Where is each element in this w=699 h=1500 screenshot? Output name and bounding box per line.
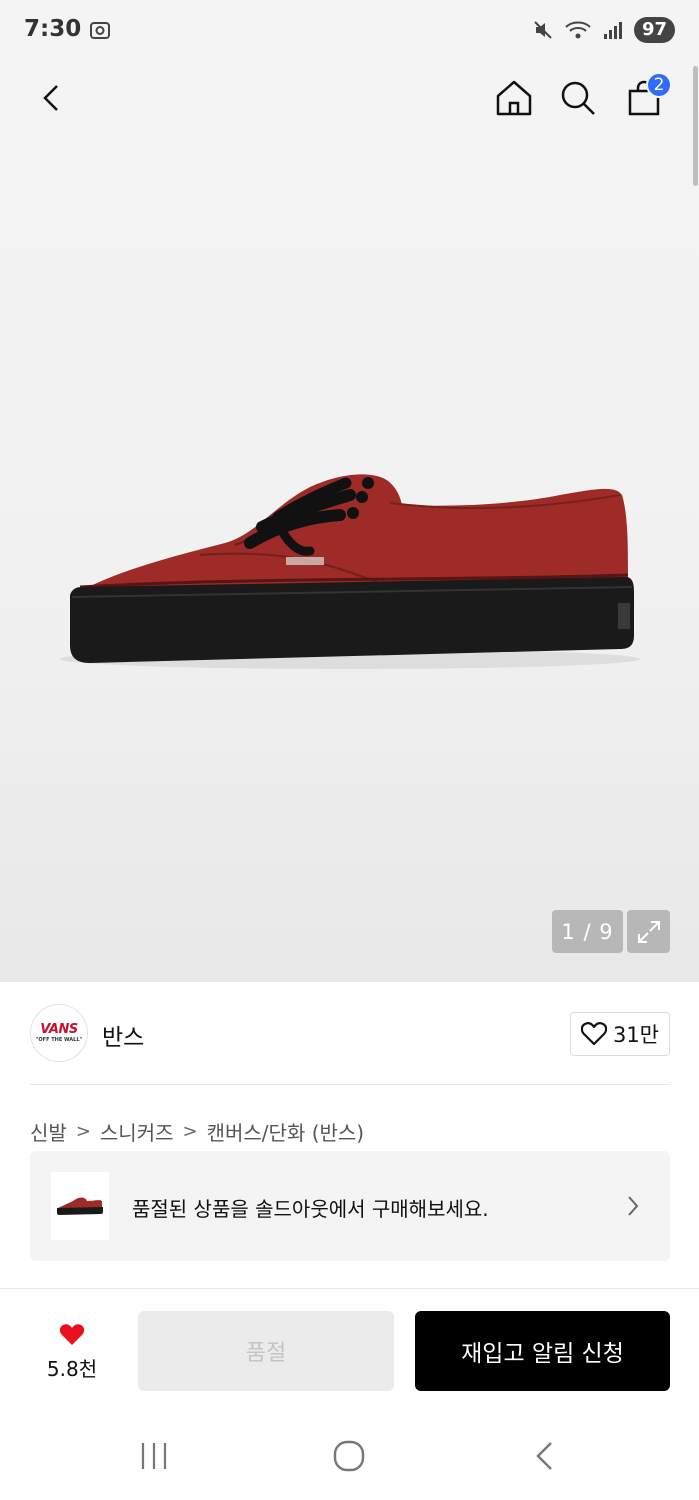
battery-indicator: 97 [633,17,675,43]
breadcrumb-item-canvas[interactable]: 캔버스/단화 (반스) [207,1117,365,1146]
banner-shoe-image [57,1197,103,1215]
expand-image-button[interactable] [627,910,670,953]
product-page: 1 / 9 7:30 97 2 VANS "OFF THE WALL" 반스 3… [0,0,699,1500]
wifi-icon [565,21,591,39]
home-button[interactable] [488,72,540,124]
back-button[interactable] [26,72,78,124]
image-counter: 1 / 9 [552,910,623,953]
product-image-gallery[interactable]: 1 / 9 [0,0,699,982]
breadcrumb-separator-icon: > [182,1121,198,1142]
system-back-button[interactable] [515,1436,575,1476]
banner-thumbnail [51,1172,109,1240]
brand-logo[interactable]: VANS "OFF THE WALL" [30,1004,88,1062]
expand-icon [637,920,660,943]
status-time: 7:30 [24,16,82,42]
recents-icon [141,1443,167,1469]
breadcrumb-item-sneakers[interactable]: 스니커즈 [100,1117,174,1146]
divider [30,1084,670,1085]
brand-logo-subtext: "OFF THE WALL" [35,1036,83,1043]
search-icon [561,81,595,115]
product-image [60,474,640,669]
status-icons: 97 [532,17,675,43]
system-home-button[interactable] [319,1436,379,1476]
heart-outline-icon [580,1022,607,1046]
signal-icon [603,22,622,39]
breadcrumb-separator-icon: > [75,1121,91,1142]
system-navigation-bar [0,1418,699,1500]
breadcrumb-item-shoes[interactable]: 신발 [30,1117,67,1146]
recents-button[interactable] [124,1436,184,1476]
brand-like-button[interactable]: 31만 [569,1012,670,1056]
screen-capture-icon [90,22,110,39]
heart-filled-icon [59,1324,85,1345]
brand-name[interactable]: 반스 [102,1018,144,1052]
status-bar: 7:30 97 [0,0,699,64]
wishlist-count: 5.8천 [46,1357,98,1381]
chevron-right-icon [628,1196,639,1216]
soldout-button: 품절 [138,1311,394,1391]
breadcrumb: 신발 > 스니커즈 > 캔버스/단화 (반스) [30,1117,364,1146]
system-back-icon [536,1442,552,1470]
mute-icon [534,21,552,39]
soldout-banner-text: 품절된 상품을 솔드아웃에서 구매해보세요. [132,1197,489,1221]
home-circle-icon [333,1440,365,1472]
cart-button[interactable]: 2 [618,72,672,124]
wishlist-button[interactable]: 5.8천 [40,1323,104,1382]
top-navigation: 2 [0,64,699,130]
search-button[interactable] [552,72,604,124]
home-icon [496,80,532,116]
restock-alert-button[interactable]: 재입고 알림 신청 [415,1311,670,1391]
brand-logo-text: VANS [40,1021,78,1037]
back-arrow-icon [43,85,58,111]
brand-row: VANS "OFF THE WALL" 반스 31만 [30,1004,670,1064]
soldout-banner[interactable]: 품절된 상품을 솔드아웃에서 구매해보세요. [30,1151,670,1261]
cart-count-badge: 2 [646,72,672,98]
brand-like-count: 31만 [612,1023,659,1047]
